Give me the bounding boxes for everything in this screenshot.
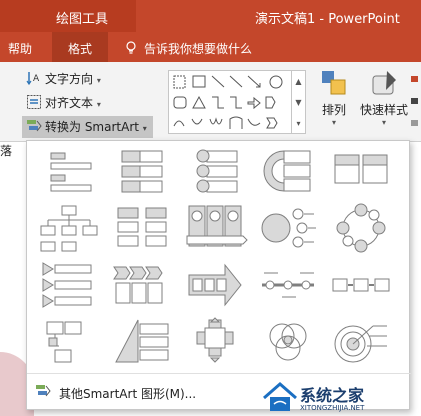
picture-column-process-icon (186, 205, 248, 247)
smartart-layout-option[interactable] (327, 145, 395, 197)
gallery-more-icon[interactable]: ▾ (291, 113, 305, 134)
ribbon-tabs: 帮助 格式 告诉我你想要做什么 (0, 32, 421, 62)
convert-smartart-label: 转换为 SmartArt (45, 120, 139, 134)
quick-styles-button[interactable]: 快速样式 ▾ (354, 68, 414, 127)
watermark: 系统之家 XITONGZHIJIA.NET (262, 378, 418, 416)
shapes-grid-icon (173, 75, 283, 129)
dropdown-arrow-icon: ▾ (142, 124, 147, 133)
smartart-layout-option[interactable] (108, 316, 176, 368)
arrange-label: 排列 (321, 103, 346, 117)
tab-help[interactable]: 帮助 (8, 32, 32, 62)
shape-fill-partial[interactable] (408, 72, 421, 132)
chevron-process-icon (113, 266, 163, 304)
horizontal-hierarchy-list-icon (117, 207, 167, 247)
smartart-layout-option[interactable] (254, 202, 322, 254)
dropdown-arrow-icon: ▾ (96, 76, 101, 85)
arrange-button[interactable]: 排列 ▾ (314, 68, 354, 127)
smartart-layout-option[interactable] (181, 259, 249, 311)
drawing-tools-label: 绘图工具 (0, 0, 136, 32)
quick-styles-icon (372, 71, 396, 95)
vertical-circle-list-icon (196, 149, 238, 193)
smartart-layout-option[interactable] (108, 259, 176, 311)
ribbon: A 文字方向 ▾ 对齐文本 ▾ 转换为 SmartArt ▾ ▲ ▼ ▾ 排列 … (0, 62, 421, 142)
smartart-layout-option[interactable] (254, 145, 322, 197)
arrange-icon (322, 71, 346, 95)
cross-matrix-icon (196, 317, 234, 363)
quick-styles-label: 快速样式 (359, 103, 408, 117)
smartart-layout-option[interactable] (181, 202, 249, 254)
smartart-layout-option[interactable] (35, 145, 103, 197)
circle-list-icon (261, 208, 316, 248)
more-smartart-label: 其他SmartArt 图形(M)... (59, 387, 197, 401)
picture-accent-process-icon (46, 321, 82, 363)
smartart-dropdown: 其他SmartArt 图形(M)... (26, 140, 411, 410)
ribbon-group-label-partial: 落 (0, 144, 13, 158)
tab-format[interactable]: 格式 (52, 32, 108, 62)
dropdown-separator (27, 373, 411, 374)
smartart-layout-option[interactable] (254, 316, 322, 368)
align-text-icon (27, 95, 41, 109)
align-text-button[interactable]: 对齐文本 ▾ (26, 94, 101, 111)
tell-me-search[interactable]: 告诉我你想要做什么 (124, 40, 252, 57)
house-logo-icon (263, 382, 297, 411)
smartart-layout-option[interactable] (327, 202, 395, 254)
text-direction-label: 文字方向 (45, 72, 94, 86)
target-list-icon (334, 325, 387, 363)
dropdown-arrow-icon: ▾ (381, 118, 386, 127)
smartart-layout-option[interactable] (327, 259, 395, 311)
smartart-layout-option[interactable] (254, 259, 322, 311)
basic-process-icon (332, 278, 390, 292)
text-direction-button[interactable]: A 文字方向 ▾ (26, 70, 101, 87)
smartart-layout-option[interactable] (35, 202, 103, 254)
dropdown-arrow-icon: ▾ (96, 100, 101, 109)
pyramid-list-icon (115, 319, 169, 363)
basic-cycle-icon (336, 203, 386, 253)
grouped-list-icon (334, 154, 388, 184)
shapes-gallery[interactable]: ▲ ▼ ▾ (168, 70, 306, 134)
smartart-layout-option[interactable] (35, 316, 103, 368)
text-direction-icon: A (26, 72, 40, 86)
vertical-bullet-list-icon (50, 152, 92, 192)
basic-venn-icon (269, 323, 307, 361)
smartart-layout-option[interactable] (181, 145, 249, 197)
dropdown-arrow-icon: ▾ (331, 118, 336, 127)
smartart-layout-option[interactable] (108, 202, 176, 254)
smartart-icon (36, 385, 51, 397)
alternating-flow-icon (262, 272, 314, 298)
hierarchy-icon (40, 205, 98, 252)
stacked-list-icon (121, 150, 163, 193)
watermark-name: 系统之家 (300, 386, 365, 405)
convert-to-smartart-button[interactable]: 转换为 SmartArt ▾ (22, 116, 153, 138)
smartart-icon (27, 120, 42, 132)
tell-me-text: 告诉我你想要做什么 (144, 42, 253, 56)
document-title: 演示文稿1 - PowerPoint (255, 12, 400, 27)
gallery-scroll-down-icon[interactable]: ▼ (291, 92, 305, 113)
smartart-layout-option[interactable] (35, 259, 103, 311)
vertical-chevron-list-icon (42, 262, 92, 308)
paint-bucket-icon (411, 76, 418, 126)
gallery-scroll-up-icon[interactable]: ▲ (291, 71, 305, 92)
smartart-layout-option[interactable] (327, 316, 395, 368)
smartart-layout-option[interactable] (181, 316, 249, 368)
svg-text:A: A (33, 74, 40, 84)
watermark-url: XITONGZHIJIA.NET (300, 404, 365, 412)
upward-arrow-process-icon (188, 263, 242, 307)
title-bar: 绘图工具 演示文稿1 - PowerPoint (0, 0, 421, 32)
align-text-label: 对齐文本 (45, 96, 94, 110)
smartart-layout-option[interactable] (108, 145, 176, 197)
trapezoid-list-icon (263, 150, 311, 192)
lightbulb-icon (126, 41, 136, 54)
